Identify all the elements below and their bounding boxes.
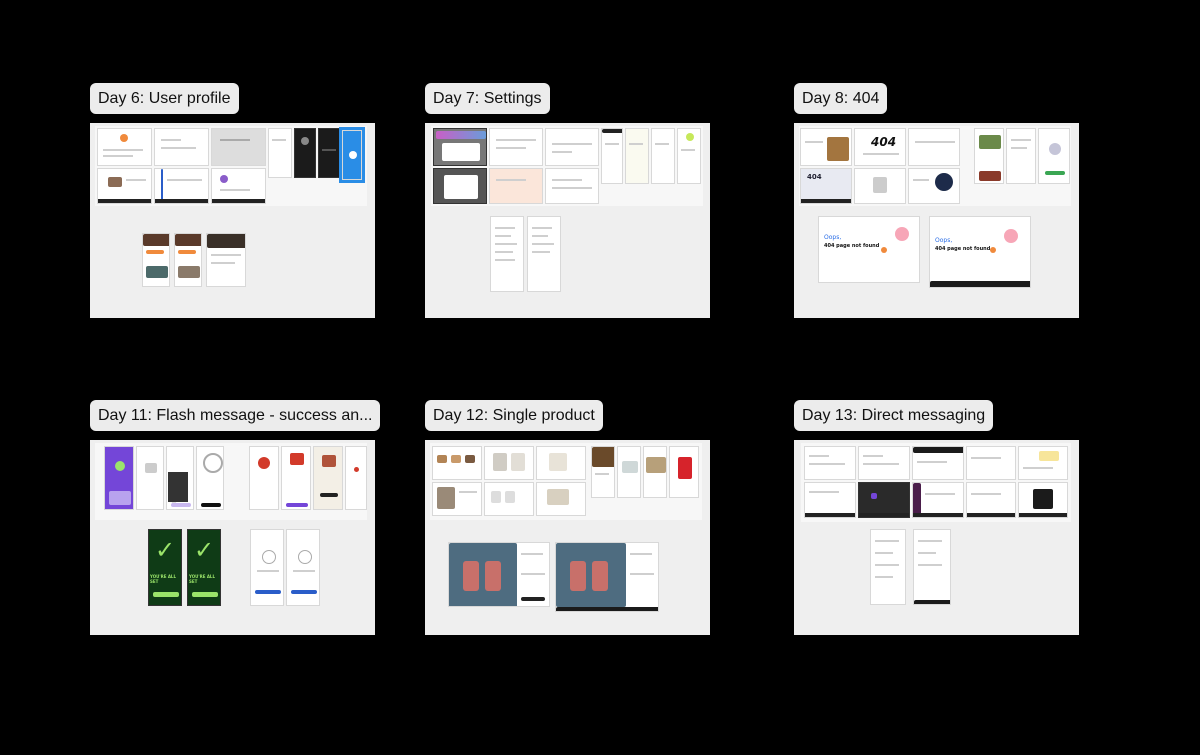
screenshot-thumb[interactable] [536, 482, 586, 516]
screenshot-thumb[interactable] [432, 446, 482, 480]
screenshot-thumb[interactable] [545, 168, 599, 204]
screenshot-thumb[interactable]: ✓ YOU'RE ALL SET [148, 529, 182, 606]
screenshot-thumb[interactable] [154, 168, 209, 204]
screenshot-thumb[interactable] [912, 446, 964, 480]
screenshot-thumb[interactable] [536, 446, 586, 480]
screenshot-thumb[interactable] [136, 446, 164, 510]
screenshot-thumb[interactable] [211, 128, 266, 166]
screenshot-thumb[interactable] [966, 446, 1016, 480]
screenshot-thumb[interactable] [489, 168, 543, 204]
frame-day11[interactable]: ✓ YOU'RE ALL SET ✓ YOU'RE ALL SET [90, 440, 375, 635]
screenshot-thumb[interactable] [286, 529, 320, 606]
screenshot-thumb[interactable] [913, 529, 951, 605]
screenshot-thumb[interactable] [154, 128, 209, 166]
frame-day12[interactable] [425, 440, 710, 635]
screenshot-thumb[interactable] [800, 128, 852, 166]
screenshot-thumb[interactable] [1018, 446, 1068, 480]
screenshot-thumb[interactable] [281, 446, 311, 510]
screenshot-thumb[interactable] [1038, 128, 1070, 184]
screenshot-thumb[interactable] [870, 529, 906, 605]
screenshot-thumb[interactable] [490, 216, 524, 292]
screenshot-thumb[interactable] [142, 233, 170, 287]
screenshot-thumb[interactable] [677, 128, 701, 184]
screenshot-thumb[interactable] [250, 529, 284, 606]
frame-label-day13[interactable]: Day 13: Direct messaging [794, 400, 994, 431]
screenshot-thumb[interactable] [313, 446, 343, 510]
frame-label-day7[interactable]: Day 7: Settings [425, 83, 550, 114]
screenshot-thumb[interactable] [318, 128, 340, 178]
screenshot-thumb[interactable]: 404 [854, 128, 906, 166]
frame-day7[interactable] [425, 123, 710, 318]
frame-label-day8[interactable]: Day 8: 404 [794, 83, 888, 114]
screenshot-thumb[interactable] [211, 168, 266, 204]
screenshot-thumb[interactable] [908, 168, 960, 204]
screenshot-thumb[interactable] [545, 128, 599, 166]
screenshot-thumb[interactable] [555, 542, 659, 612]
screenshot-thumb[interactable] [804, 482, 856, 518]
screenshot-thumb[interactable] [448, 542, 550, 607]
screenshot-thumb[interactable] [651, 128, 675, 184]
frame-day6[interactable] [90, 123, 375, 318]
screenshot-thumb[interactable]: Oops, 404 page not found [818, 216, 920, 283]
screenshot-thumb[interactable] [912, 482, 964, 518]
screenshot-thumb[interactable] [249, 446, 279, 510]
screenshot-thumb[interactable] [858, 482, 910, 518]
screenshot-thumb[interactable] [489, 128, 543, 166]
screenshot-thumb[interactable] [617, 446, 641, 498]
frame-day8[interactable]: 404 404 Oops, 404 page not found Oops, 404… [794, 123, 1079, 318]
screenshot-thumb-selected[interactable] [339, 127, 365, 183]
screenshot-thumb[interactable] [294, 128, 316, 178]
screenshot-thumb[interactable]: 404 [800, 168, 852, 204]
screenshot-thumb[interactable] [433, 128, 487, 166]
frame-label-day11[interactable]: Day 11: Flash message - success an... [90, 400, 381, 431]
frame-label-day12[interactable]: Day 12: Single product [425, 400, 603, 431]
screenshot-thumb[interactable] [625, 128, 649, 184]
screenshot-thumb[interactable] [643, 446, 667, 498]
screenshot-thumb[interactable] [908, 128, 960, 166]
screenshot-thumb[interactable] [168, 472, 188, 502]
screenshot-thumb[interactable] [268, 128, 292, 178]
screenshot-thumb[interactable] [804, 446, 856, 480]
screenshot-thumb[interactable] [527, 216, 561, 292]
frame-label-day6[interactable]: Day 6: User profile [90, 83, 239, 114]
screenshot-thumb[interactable] [1006, 128, 1036, 184]
screenshot-thumb[interactable] [97, 128, 152, 166]
screenshot-thumb[interactable] [484, 446, 534, 480]
screenshot-thumb[interactable] [966, 482, 1016, 518]
screenshot-thumb[interactable] [591, 446, 615, 498]
screenshot-thumb[interactable] [433, 168, 487, 204]
frame-day13[interactable] [794, 440, 1079, 635]
screenshot-thumb[interactable] [484, 482, 534, 516]
screenshot-thumb[interactable] [206, 233, 246, 287]
screenshot-thumb[interactable] [432, 482, 482, 516]
screenshot-thumb[interactable] [1018, 482, 1068, 518]
screenshot-thumb[interactable] [174, 233, 202, 287]
screenshot-thumb[interactable] [345, 446, 367, 510]
screenshot-thumb[interactable]: ✓ YOU'RE ALL SET [187, 529, 221, 606]
screenshot-thumb[interactable] [97, 168, 152, 204]
screenshot-thumb[interactable] [669, 446, 699, 498]
screenshot-thumb[interactable]: Oops, 404 page not found [929, 216, 1031, 288]
screenshot-thumb[interactable] [104, 446, 134, 510]
screenshot-thumb[interactable] [974, 128, 1004, 184]
screenshot-thumb[interactable] [854, 168, 906, 204]
screenshot-thumb[interactable] [196, 446, 224, 510]
screenshot-thumb[interactable] [858, 446, 910, 480]
screenshot-thumb[interactable] [601, 128, 623, 184]
